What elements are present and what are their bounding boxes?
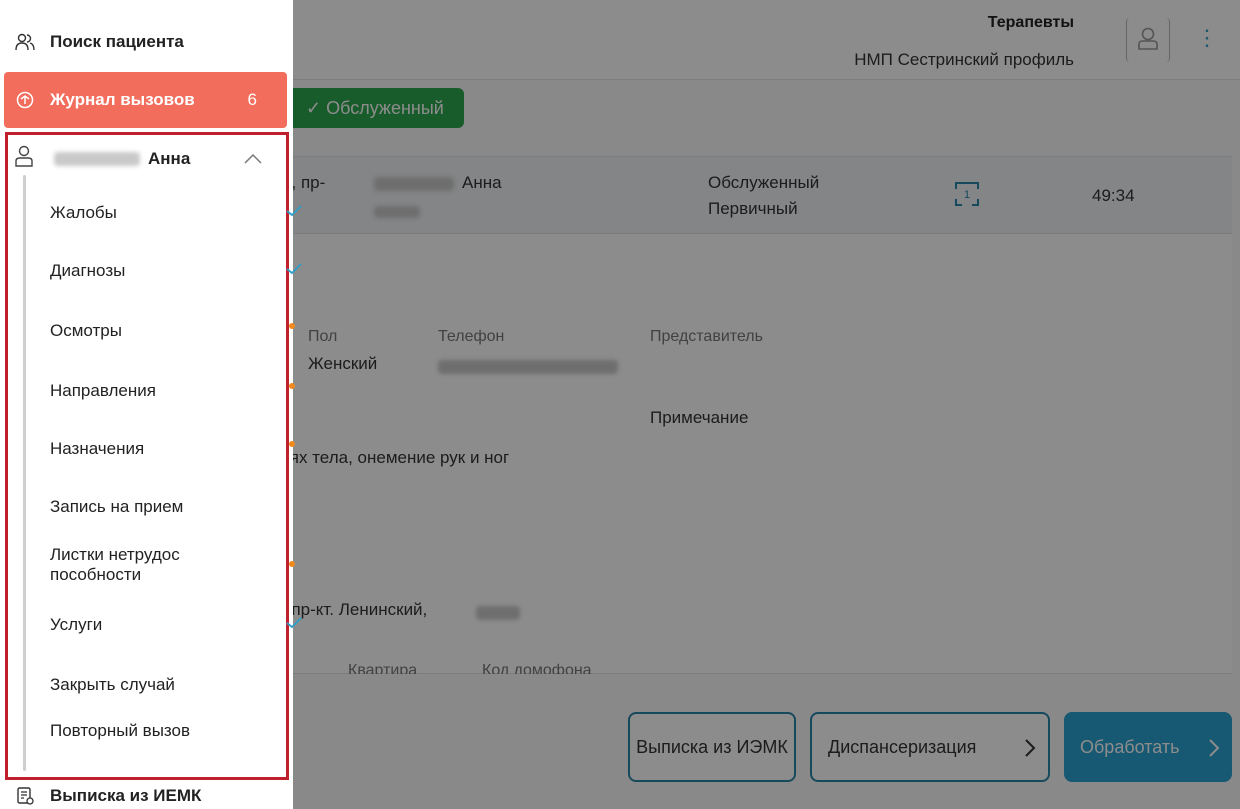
sidebar: Поиск пациента Журнал вызовов 6 Анна Жал… bbox=[0, 0, 302, 809]
case-tree-line bbox=[23, 175, 26, 771]
case-item-examinations[interactable]: Осмотры bbox=[50, 321, 295, 341]
call-journal-label: Журнал вызовов bbox=[50, 90, 195, 109]
iemk-link-label: Выписка из ИЕМК bbox=[50, 786, 202, 805]
case-item-label: Запись на прием bbox=[50, 497, 184, 516]
case-item-close-case[interactable]: Закрыть случай bbox=[50, 675, 280, 695]
case-item-label: Повторный вызов bbox=[50, 721, 191, 740]
check-icon bbox=[286, 617, 302, 629]
pending-dot-icon bbox=[289, 441, 295, 447]
case-item-complaints[interactable]: Жалобы bbox=[50, 203, 302, 223]
case-item-label: Услуги bbox=[50, 615, 103, 634]
pending-dot-icon bbox=[289, 383, 295, 389]
check-icon bbox=[286, 205, 302, 217]
case-item-referrals[interactable]: Направления bbox=[50, 381, 295, 401]
case-item-label: Направления bbox=[50, 381, 156, 400]
document-icon bbox=[14, 785, 36, 807]
call-icon bbox=[14, 89, 36, 111]
person-icon bbox=[14, 145, 34, 172]
patient-case-panel: Анна Жалобы Диагнозы Осмотры Направления… bbox=[5, 132, 302, 780]
case-item-label: Диагнозы bbox=[50, 261, 126, 280]
case-item-sick-leave[interactable]: Листки нетрудос пособности bbox=[50, 545, 295, 585]
case-item-appointment[interactable]: Запись на прием bbox=[50, 497, 280, 517]
patient-case-header[interactable]: Анна bbox=[8, 141, 286, 177]
users-icon bbox=[14, 31, 36, 53]
iemk-link[interactable]: Выписка из ИЕМК bbox=[0, 784, 293, 808]
call-journal-link[interactable]: Журнал вызовов 6 bbox=[4, 72, 287, 128]
pending-dot-icon bbox=[289, 561, 295, 567]
search-patient-label: Поиск пациента bbox=[50, 32, 184, 51]
patient-surname-blur bbox=[54, 152, 140, 166]
case-item-label: Закрыть случай bbox=[50, 675, 175, 694]
case-item-label: Жалобы bbox=[50, 203, 117, 222]
call-journal-count: 6 bbox=[247, 90, 257, 109]
patient-name: Анна bbox=[148, 149, 191, 168]
check-icon bbox=[286, 263, 302, 275]
case-item-repeat-call[interactable]: Повторный вызов bbox=[50, 721, 190, 741]
case-item-diagnoses[interactable]: Диагнозы bbox=[50, 261, 302, 281]
chevron-up-icon[interactable] bbox=[244, 151, 262, 169]
case-item-label: Назначения bbox=[50, 439, 145, 458]
case-item-prescriptions[interactable]: Назначения bbox=[50, 439, 295, 459]
case-item-services[interactable]: Услуги bbox=[50, 615, 302, 635]
search-patient-link[interactable]: Поиск пациента bbox=[0, 19, 293, 65]
case-item-label: Осмотры bbox=[50, 321, 122, 340]
pending-dot-icon bbox=[289, 323, 295, 329]
case-item-label: Листки нетрудос пособности bbox=[50, 545, 180, 584]
